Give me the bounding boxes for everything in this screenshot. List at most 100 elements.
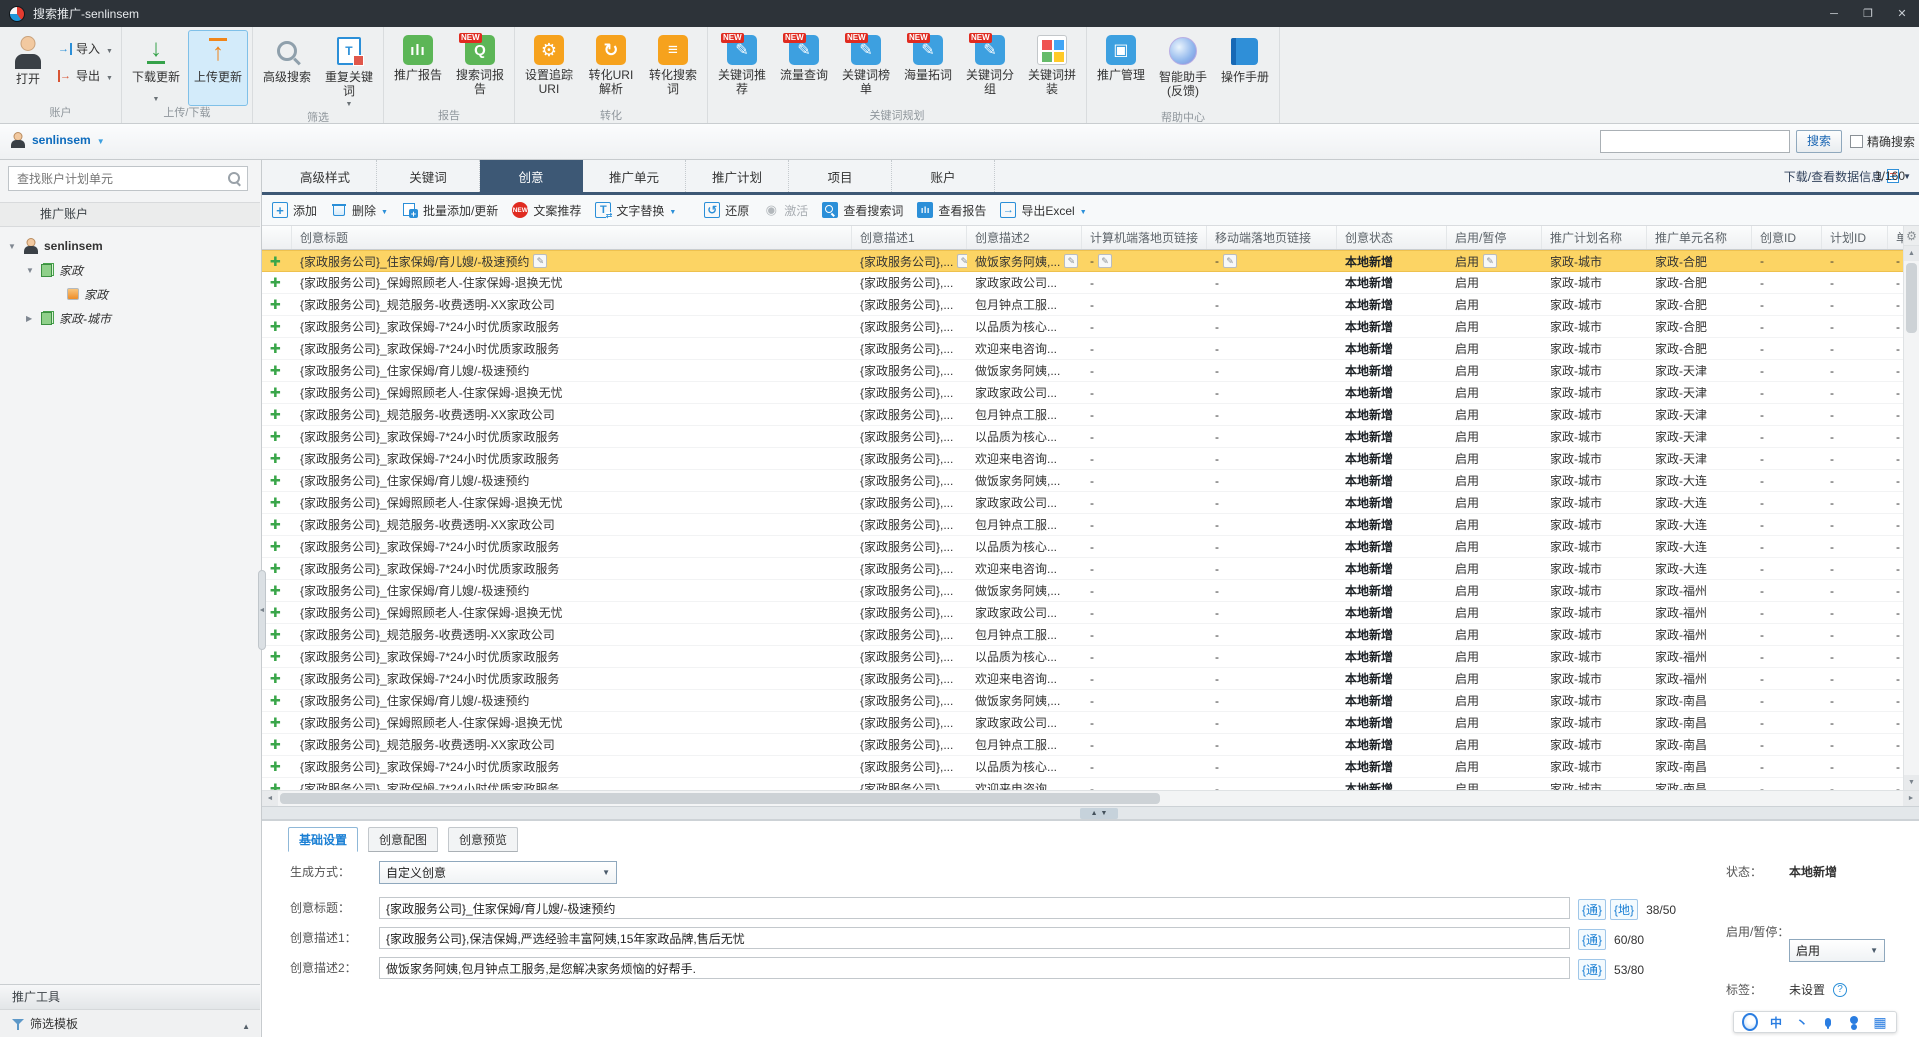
ime-icon[interactable] — [1872, 1014, 1888, 1030]
add-row-icon[interactable]: ✚ — [270, 738, 281, 751]
table-row[interactable]: ✚ {家政服务公司}_住家保姆/育儿嫂/-极速预约 {家政服务公司},... 做… — [262, 360, 1903, 382]
toolbar-button[interactable]: 批量添加/更新 — [402, 202, 498, 219]
object-tab[interactable]: 高级样式 — [274, 160, 377, 192]
maximize-button[interactable]: ❐ — [1851, 0, 1885, 27]
table-row[interactable]: ✚ {家政服务公司}_家政保姆-7*24小时优质家政服务 {家政服务公司},..… — [262, 756, 1903, 778]
column-header[interactable]: 启用/暂停 — [1447, 226, 1542, 249]
add-row-icon[interactable]: ✚ — [270, 518, 281, 531]
collapse-icon[interactable]: ▲ — [242, 1022, 250, 1031]
expander-icon[interactable]: ▼ — [26, 266, 36, 275]
ime-icon[interactable] — [1742, 1014, 1758, 1030]
column-header[interactable]: 推广计划名称 — [1542, 226, 1647, 249]
add-row-icon[interactable]: ✚ — [270, 452, 281, 465]
ribbon-button[interactable]: NEW 关键词分组 — [960, 30, 1020, 109]
desc1-input[interactable] — [379, 927, 1570, 949]
table-row[interactable]: ✚ {家政服务公司}_保姆照顾老人-住家保姆-退换无忧 {家政服务公司},...… — [262, 382, 1903, 404]
horizontal-scrollbar[interactable]: ◄ ► — [262, 790, 1919, 806]
ribbon-button[interactable]: NEW 搜索词报告 — [450, 30, 510, 109]
table-row[interactable]: ✚ {家政服务公司}_家政保姆-7*24小时优质家政服务 {家政服务公司},..… — [262, 646, 1903, 668]
column-header[interactable]: 创意ID — [1752, 226, 1822, 249]
table-row[interactable]: ✚ {家政服务公司}_规范服务-收费透明-XX家政公司 {家政服务公司},...… — [262, 404, 1903, 426]
table-row[interactable]: ✚ {家政服务公司}_住家保姆/育儿嫂/-极速预约 {家政服务公司},... 做… — [262, 470, 1903, 492]
expander-icon[interactable]: ▼ — [8, 242, 18, 251]
wildcard-button[interactable]: {通} — [1578, 929, 1607, 950]
table-row[interactable]: ✚ {家政服务公司}_家政保姆-7*24小时优质家政服务 {家政服务公司},..… — [262, 426, 1903, 448]
close-button[interactable]: ✕ — [1885, 0, 1919, 27]
column-settings-gear-icon[interactable]: ⚙ — [1904, 226, 1919, 246]
scroll-down-arrow[interactable]: ▼ — [1904, 775, 1919, 790]
add-row-icon[interactable]: ✚ — [270, 496, 281, 509]
add-row-icon[interactable]: ✚ — [270, 650, 281, 663]
add-row-icon[interactable]: ✚ — [270, 782, 281, 790]
scroll-up-arrow[interactable]: ▲ — [1904, 246, 1919, 261]
add-row-icon[interactable]: ✚ — [270, 584, 281, 597]
expander-icon[interactable]: ▶ — [26, 314, 36, 323]
table-row[interactable]: ✚ {家政服务公司}_保姆照顾老人-住家保姆-退换无忧 {家政服务公司},...… — [262, 712, 1903, 734]
tree-node[interactable]: ▼ 家政 — [0, 258, 260, 282]
toolbar-button[interactable]: 查看报告 — [917, 202, 986, 219]
toolbar-button[interactable]: 添加 — [272, 202, 317, 219]
region-wildcard-button[interactable]: {地} — [1610, 899, 1639, 920]
ribbon-button[interactable]: 推广报告 — [388, 30, 448, 109]
search-icon[interactable] — [228, 172, 241, 185]
add-row-icon[interactable]: ✚ — [270, 694, 281, 707]
add-row-icon[interactable]: ✚ — [270, 672, 281, 685]
toolbar-button[interactable]: 激活 — [763, 202, 808, 219]
ribbon-button[interactable]: 推广管理 — [1091, 30, 1151, 111]
edit-icon[interactable] — [1098, 254, 1112, 268]
table-row[interactable]: ✚ {家政服务公司}_住家保姆/育儿嫂/-极速预约 {家政服务公司},... 做… — [262, 580, 1903, 602]
add-row-icon[interactable]: ✚ — [270, 320, 281, 333]
edit-icon[interactable] — [533, 254, 548, 268]
creative-title-input[interactable] — [379, 897, 1570, 919]
ime-icon[interactable]: 丶 — [1794, 1014, 1810, 1030]
edit-icon[interactable] — [1064, 254, 1079, 268]
table-row[interactable]: ✚ {家政服务公司}_规范服务-收费透明-XX家政公司 {家政服务公司},...… — [262, 294, 1903, 316]
filter-template-item[interactable]: 筛选模板 ▲ — [0, 1010, 260, 1037]
add-row-icon[interactable]: ✚ — [270, 342, 281, 355]
help-icon[interactable]: ? — [1833, 982, 1848, 997]
toolbar-button[interactable]: 还原 — [704, 202, 749, 219]
column-header[interactable]: 创意描述2 — [967, 226, 1082, 249]
wildcard-button[interactable]: {通} — [1578, 959, 1607, 980]
table-row[interactable]: ✚ {家政服务公司}_家政保姆-7*24小时优质家政服务 {家政服务公司},..… — [262, 778, 1903, 790]
table-row[interactable]: ✚ {家政服务公司}_保姆照顾老人-住家保姆-退换无忧 {家政服务公司},...… — [262, 492, 1903, 514]
toolbar-button[interactable]: 查看搜索词 — [822, 202, 903, 219]
ribbon-button[interactable]: 高级搜索 — [257, 30, 317, 111]
export-button[interactable]: 导出 — [54, 65, 117, 86]
ribbon-button[interactable]: 智能助手(反馈) — [1153, 30, 1213, 111]
onoff-dropdown[interactable]: 启用 ▼ — [1789, 939, 1885, 962]
global-search-input[interactable] — [1600, 130, 1790, 153]
table-row[interactable]: ✚ {家政服务公司}_规范服务-收费透明-XX家政公司 {家政服务公司},...… — [262, 734, 1903, 756]
scrollbar-thumb[interactable] — [1906, 263, 1917, 333]
column-header[interactable]: 推广单元名称 — [1647, 226, 1752, 249]
add-row-icon[interactable]: ✚ — [270, 606, 281, 619]
ime-icon[interactable] — [1846, 1014, 1862, 1030]
add-row-icon[interactable]: ✚ — [270, 408, 281, 421]
tree-node[interactable]: ▶ 家政-城市 — [0, 306, 260, 330]
search-button[interactable]: 搜索 — [1796, 130, 1842, 153]
ribbon-button[interactable]: NEW 流量查询 — [774, 30, 834, 109]
import-button[interactable]: 导入 — [54, 38, 117, 59]
edit-icon[interactable] — [957, 254, 967, 268]
table-row[interactable]: ✚ {家政服务公司}_家政保姆-7*24小时优质家政服务 {家政服务公司},..… — [262, 668, 1903, 690]
add-row-icon[interactable]: ✚ — [270, 298, 281, 311]
object-tab[interactable]: 项目 — [789, 160, 892, 192]
column-header[interactable]: 移动端落地页链接 — [1207, 226, 1337, 249]
add-row-icon[interactable]: ✚ — [270, 716, 281, 729]
panel-splitter[interactable]: ▲ ▼ — [262, 806, 1919, 820]
splitter-toggle-button[interactable]: ▲ ▼ — [1080, 808, 1118, 819]
ribbon-button[interactable]: 上传更新 — [187, 30, 248, 106]
account-switcher[interactable]: senlinsem — [10, 132, 105, 148]
ribbon-button[interactable]: 转化URI解析 — [581, 30, 641, 109]
ribbon-button[interactable]: 重复关键词 — [319, 30, 379, 111]
scroll-right-arrow[interactable]: ► — [1903, 791, 1919, 806]
ribbon-button[interactable]: 操作手册 — [1215, 30, 1275, 111]
column-header[interactable]: 创意状态 — [1337, 226, 1447, 249]
column-header[interactable]: 创意标题 — [292, 226, 852, 249]
minimize-button[interactable]: ─ — [1817, 0, 1851, 27]
add-row-icon[interactable]: ✚ — [270, 628, 281, 641]
open-button[interactable]: 打开 — [4, 30, 52, 106]
object-tab[interactable]: 创意 — [480, 160, 583, 192]
tree-node[interactable]: ▼ senlinsem — [0, 234, 260, 258]
detail-tab[interactable]: 创意配图 — [368, 827, 439, 852]
